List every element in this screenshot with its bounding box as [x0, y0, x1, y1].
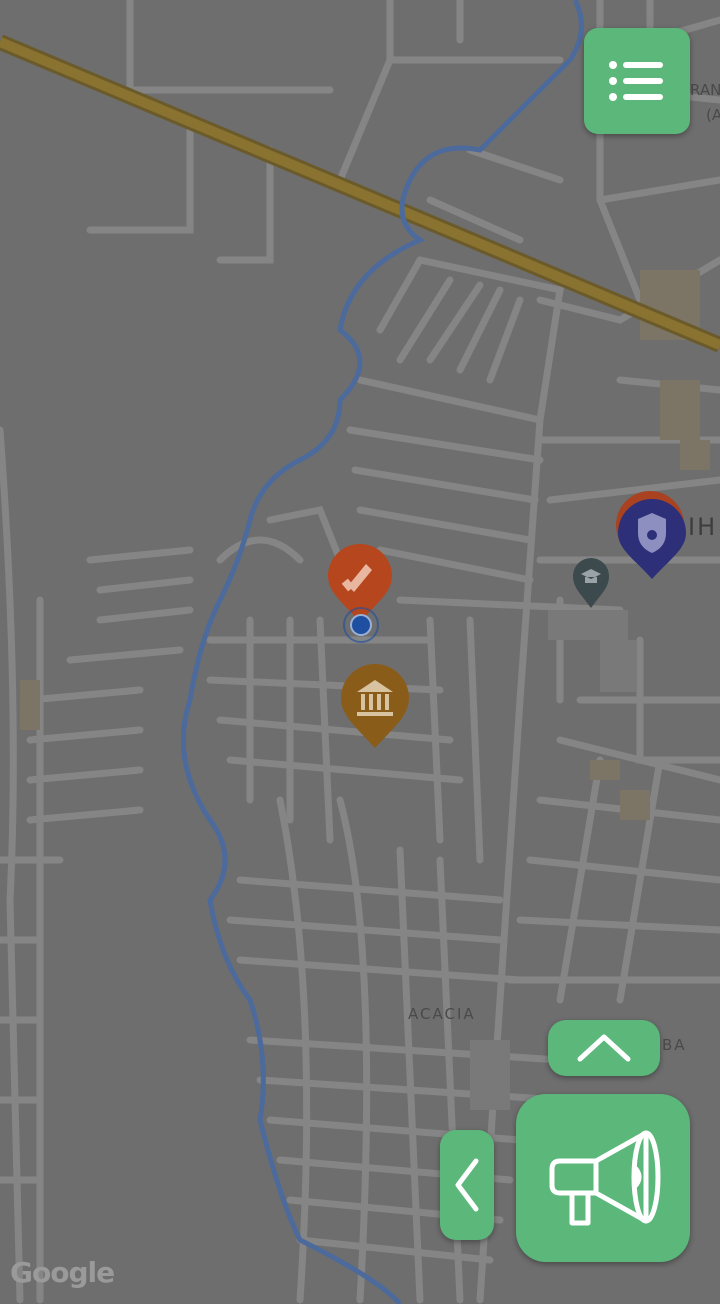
menu-button[interactable] [584, 28, 690, 134]
back-button[interactable] [440, 1130, 494, 1240]
map-label-ba: BA [662, 1036, 687, 1054]
report-button[interactable] [516, 1094, 690, 1262]
chevron-left-icon [455, 1158, 479, 1212]
list-menu-icon [609, 61, 663, 101]
chevron-up-icon [577, 1034, 631, 1062]
google-attribution: Google [10, 1256, 115, 1289]
expand-button[interactable] [548, 1020, 660, 1076]
map-label-acacia: ACACIA [408, 1005, 476, 1023]
map-label-ih: IH [688, 513, 717, 541]
map-label-ran: RAN [690, 81, 720, 99]
map-label-paren: (A [706, 106, 720, 124]
megaphone-icon [549, 1130, 661, 1226]
